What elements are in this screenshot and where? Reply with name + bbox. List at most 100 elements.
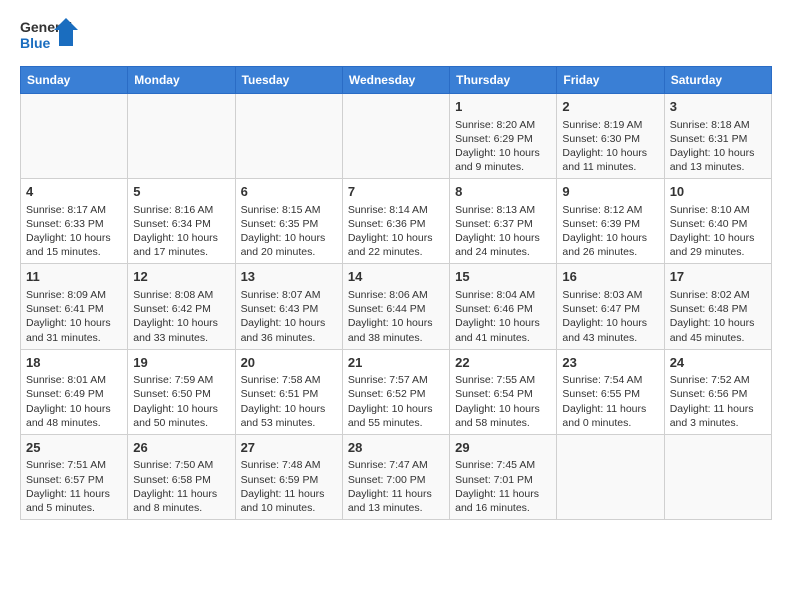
- day-info: Sunrise: 8:20 AM Sunset: 6:29 PM Dayligh…: [455, 118, 551, 175]
- calendar-cell: 24Sunrise: 7:52 AM Sunset: 6:56 PM Dayli…: [664, 349, 771, 434]
- calendar-cell: 25Sunrise: 7:51 AM Sunset: 6:57 PM Dayli…: [21, 434, 128, 519]
- week-row-5: 25Sunrise: 7:51 AM Sunset: 6:57 PM Dayli…: [21, 434, 772, 519]
- day-number: 5: [133, 183, 229, 201]
- day-info: Sunrise: 7:48 AM Sunset: 6:59 PM Dayligh…: [241, 458, 337, 515]
- calendar-cell: 6 Sunrise: 8:15 AM Sunset: 6:35 PM Daylig…: [235, 179, 342, 264]
- day-number: 22: [455, 354, 551, 372]
- day-number: 9: [562, 183, 658, 201]
- calendar-cell: [21, 94, 128, 179]
- day-info: Sunrise: 8:10 AM Sunset: 6:40 PM Dayligh…: [670, 203, 766, 260]
- calendar-cell: 7 Sunrise: 8:14 AM Sunset: 6:36 PM Daylig…: [342, 179, 449, 264]
- calendar-cell: [664, 434, 771, 519]
- calendar-body: 1 Sunrise: 8:20 AM Sunset: 6:29 PM Daylig…: [21, 94, 772, 520]
- day-number: 19: [133, 354, 229, 372]
- svg-text:Blue: Blue: [20, 35, 51, 51]
- header: GeneralBlue: [20, 16, 772, 58]
- day-number: 18: [26, 354, 122, 372]
- day-header-tuesday: Tuesday: [235, 67, 342, 94]
- calendar-cell: 20Sunrise: 7:58 AM Sunset: 6:51 PM Dayli…: [235, 349, 342, 434]
- logo: GeneralBlue: [20, 16, 80, 58]
- calendar-cell: 4 Sunrise: 8:17 AM Sunset: 6:33 PM Daylig…: [21, 179, 128, 264]
- day-number: 13: [241, 268, 337, 286]
- calendar-cell: 8Sunrise: 8:13 AM Sunset: 6:37 PM Daylig…: [450, 179, 557, 264]
- calendar-cell: 12 Sunrise: 8:08 AM Sunset: 6:42 PM Dayli…: [128, 264, 235, 349]
- day-header-monday: Monday: [128, 67, 235, 94]
- day-number: 26: [133, 439, 229, 457]
- day-info: Sunrise: 8:14 AM Sunset: 6:36 PM Dayligh…: [348, 203, 444, 260]
- day-number: 6: [241, 183, 337, 201]
- calendar-cell: 18Sunrise: 8:01 AM Sunset: 6:49 PM Dayli…: [21, 349, 128, 434]
- day-number: 8: [455, 183, 551, 201]
- day-number: 2: [562, 98, 658, 116]
- day-info: Sunrise: 7:47 AM Sunset: 7:00 PM Dayligh…: [348, 458, 444, 515]
- calendar-table: SundayMondayTuesdayWednesdayThursdayFrid…: [20, 66, 772, 520]
- calendar-cell: 5Sunrise: 8:16 AM Sunset: 6:34 PM Daylig…: [128, 179, 235, 264]
- header-row: SundayMondayTuesdayWednesdayThursdayFrid…: [21, 67, 772, 94]
- calendar-cell: [342, 94, 449, 179]
- calendar-cell: 21Sunrise: 7:57 AM Sunset: 6:52 PM Dayli…: [342, 349, 449, 434]
- calendar-cell: 14Sunrise: 8:06 AM Sunset: 6:44 PM Dayli…: [342, 264, 449, 349]
- day-info: Sunrise: 8:12 AM Sunset: 6:39 PM Dayligh…: [562, 203, 658, 260]
- day-info: Sunrise: 7:52 AM Sunset: 6:56 PM Dayligh…: [670, 373, 766, 430]
- day-number: 25: [26, 439, 122, 457]
- calendar-cell: 22Sunrise: 7:55 AM Sunset: 6:54 PM Dayli…: [450, 349, 557, 434]
- day-header-sunday: Sunday: [21, 67, 128, 94]
- calendar-cell: 27Sunrise: 7:48 AM Sunset: 6:59 PM Dayli…: [235, 434, 342, 519]
- day-number: 14: [348, 268, 444, 286]
- calendar-cell: [235, 94, 342, 179]
- day-info: Sunrise: 7:54 AM Sunset: 6:55 PM Dayligh…: [562, 373, 658, 430]
- day-info: Sunrise: 7:57 AM Sunset: 6:52 PM Dayligh…: [348, 373, 444, 430]
- calendar-cell: 9 Sunrise: 8:12 AM Sunset: 6:39 PM Daylig…: [557, 179, 664, 264]
- week-row-2: 4 Sunrise: 8:17 AM Sunset: 6:33 PM Daylig…: [21, 179, 772, 264]
- calendar-cell: 15Sunrise: 8:04 AM Sunset: 6:46 PM Dayli…: [450, 264, 557, 349]
- logo-svg: GeneralBlue: [20, 16, 80, 58]
- day-number: 28: [348, 439, 444, 457]
- day-header-saturday: Saturday: [664, 67, 771, 94]
- day-number: 7: [348, 183, 444, 201]
- day-number: 3: [670, 98, 766, 116]
- day-number: 10: [670, 183, 766, 201]
- day-info: Sunrise: 7:55 AM Sunset: 6:54 PM Dayligh…: [455, 373, 551, 430]
- calendar-cell: 16Sunrise: 8:03 AM Sunset: 6:47 PM Dayli…: [557, 264, 664, 349]
- day-info: Sunrise: 8:15 AM Sunset: 6:35 PM Dayligh…: [241, 203, 337, 260]
- day-number: 29: [455, 439, 551, 457]
- day-number: 1: [455, 98, 551, 116]
- calendar-cell: 2 Sunrise: 8:19 AM Sunset: 6:30 PM Daylig…: [557, 94, 664, 179]
- calendar-cell: 26Sunrise: 7:50 AM Sunset: 6:58 PM Dayli…: [128, 434, 235, 519]
- day-info: Sunrise: 8:17 AM Sunset: 6:33 PM Dayligh…: [26, 203, 122, 260]
- calendar-cell: 13Sunrise: 8:07 AM Sunset: 6:43 PM Dayli…: [235, 264, 342, 349]
- day-number: 20: [241, 354, 337, 372]
- day-header-wednesday: Wednesday: [342, 67, 449, 94]
- day-info: Sunrise: 8:01 AM Sunset: 6:49 PM Dayligh…: [26, 373, 122, 430]
- calendar-header: SundayMondayTuesdayWednesdayThursdayFrid…: [21, 67, 772, 94]
- calendar-cell: 1 Sunrise: 8:20 AM Sunset: 6:29 PM Daylig…: [450, 94, 557, 179]
- day-header-thursday: Thursday: [450, 67, 557, 94]
- week-row-1: 1 Sunrise: 8:20 AM Sunset: 6:29 PM Daylig…: [21, 94, 772, 179]
- day-number: 11: [26, 268, 122, 286]
- day-info: Sunrise: 7:51 AM Sunset: 6:57 PM Dayligh…: [26, 458, 122, 515]
- calendar-cell: 17 Sunrise: 8:02 AM Sunset: 6:48 PM Dayli…: [664, 264, 771, 349]
- day-number: 27: [241, 439, 337, 457]
- day-info: Sunrise: 8:19 AM Sunset: 6:30 PM Dayligh…: [562, 118, 658, 175]
- day-info: Sunrise: 7:50 AM Sunset: 6:58 PM Dayligh…: [133, 458, 229, 515]
- week-row-4: 18Sunrise: 8:01 AM Sunset: 6:49 PM Dayli…: [21, 349, 772, 434]
- day-info: Sunrise: 7:58 AM Sunset: 6:51 PM Dayligh…: [241, 373, 337, 430]
- calendar-cell: 11 Sunrise: 8:09 AM Sunset: 6:41 PM Dayli…: [21, 264, 128, 349]
- day-number: 17: [670, 268, 766, 286]
- day-header-friday: Friday: [557, 67, 664, 94]
- day-info: Sunrise: 8:08 AM Sunset: 6:42 PM Dayligh…: [133, 288, 229, 345]
- day-number: 16: [562, 268, 658, 286]
- calendar-cell: 10 Sunrise: 8:10 AM Sunset: 6:40 PM Dayli…: [664, 179, 771, 264]
- day-info: Sunrise: 8:02 AM Sunset: 6:48 PM Dayligh…: [670, 288, 766, 345]
- day-number: 21: [348, 354, 444, 372]
- day-info: Sunrise: 8:09 AM Sunset: 6:41 PM Dayligh…: [26, 288, 122, 345]
- day-number: 4: [26, 183, 122, 201]
- day-number: 12: [133, 268, 229, 286]
- calendar-cell: [128, 94, 235, 179]
- calendar-cell: 23Sunrise: 7:54 AM Sunset: 6:55 PM Dayli…: [557, 349, 664, 434]
- calendar-cell: 3Sunrise: 8:18 AM Sunset: 6:31 PM Daylig…: [664, 94, 771, 179]
- calendar-cell: 28Sunrise: 7:47 AM Sunset: 7:00 PM Dayli…: [342, 434, 449, 519]
- day-number: 24: [670, 354, 766, 372]
- day-info: Sunrise: 8:04 AM Sunset: 6:46 PM Dayligh…: [455, 288, 551, 345]
- day-info: Sunrise: 7:59 AM Sunset: 6:50 PM Dayligh…: [133, 373, 229, 430]
